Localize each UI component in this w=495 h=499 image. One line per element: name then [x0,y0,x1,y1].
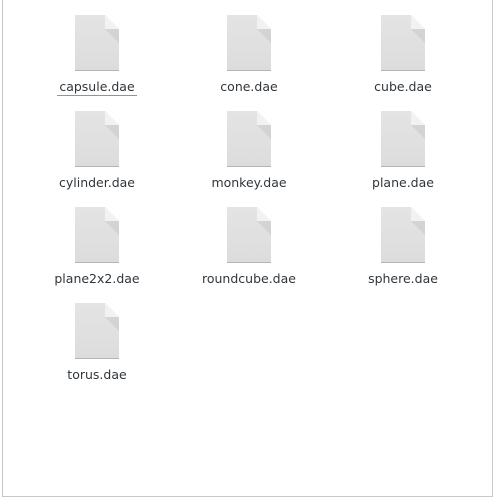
file-item-plane2x2[interactable]: plane2x2.dae [22,192,172,286]
file-name: torus.dae [67,367,127,382]
file-item-plane[interactable]: plane.dae [328,96,478,190]
document-icon [75,15,119,71]
document-icon [381,111,425,167]
file-item-monkey[interactable]: monkey.dae [174,96,324,190]
file-item-capsule[interactable]: capsule.dae [22,0,172,96]
file-item-torus[interactable]: torus.dae [22,288,172,382]
file-name: plane.dae [372,175,434,190]
file-name: cone.dae [220,79,278,94]
document-icon [75,111,119,167]
file-item-cube[interactable]: cube.dae [328,0,478,94]
document-icon [381,207,425,263]
file-name: sphere.dae [368,271,438,286]
file-item-cone[interactable]: cone.dae [174,0,324,94]
file-name: monkey.dae [211,175,287,190]
file-name: plane2x2.dae [54,271,140,286]
file-item-sphere[interactable]: sphere.dae [328,192,478,286]
document-icon [75,207,119,263]
file-item-roundcube[interactable]: roundcube.dae [174,192,324,286]
document-icon [75,303,119,359]
document-icon [227,15,271,71]
file-name: cylinder.dae [58,175,135,190]
document-icon [381,15,425,71]
file-name: cube.dae [374,79,432,94]
file-icon-view[interactable]: capsule.dae cone.dae cube.dae cylinder.d… [2,0,493,497]
document-icon [227,207,271,263]
file-name: roundcube.dae [202,271,296,286]
file-name: capsule.dae [57,79,137,96]
document-icon [227,111,271,167]
file-item-cylinder[interactable]: cylinder.dae [22,96,172,190]
